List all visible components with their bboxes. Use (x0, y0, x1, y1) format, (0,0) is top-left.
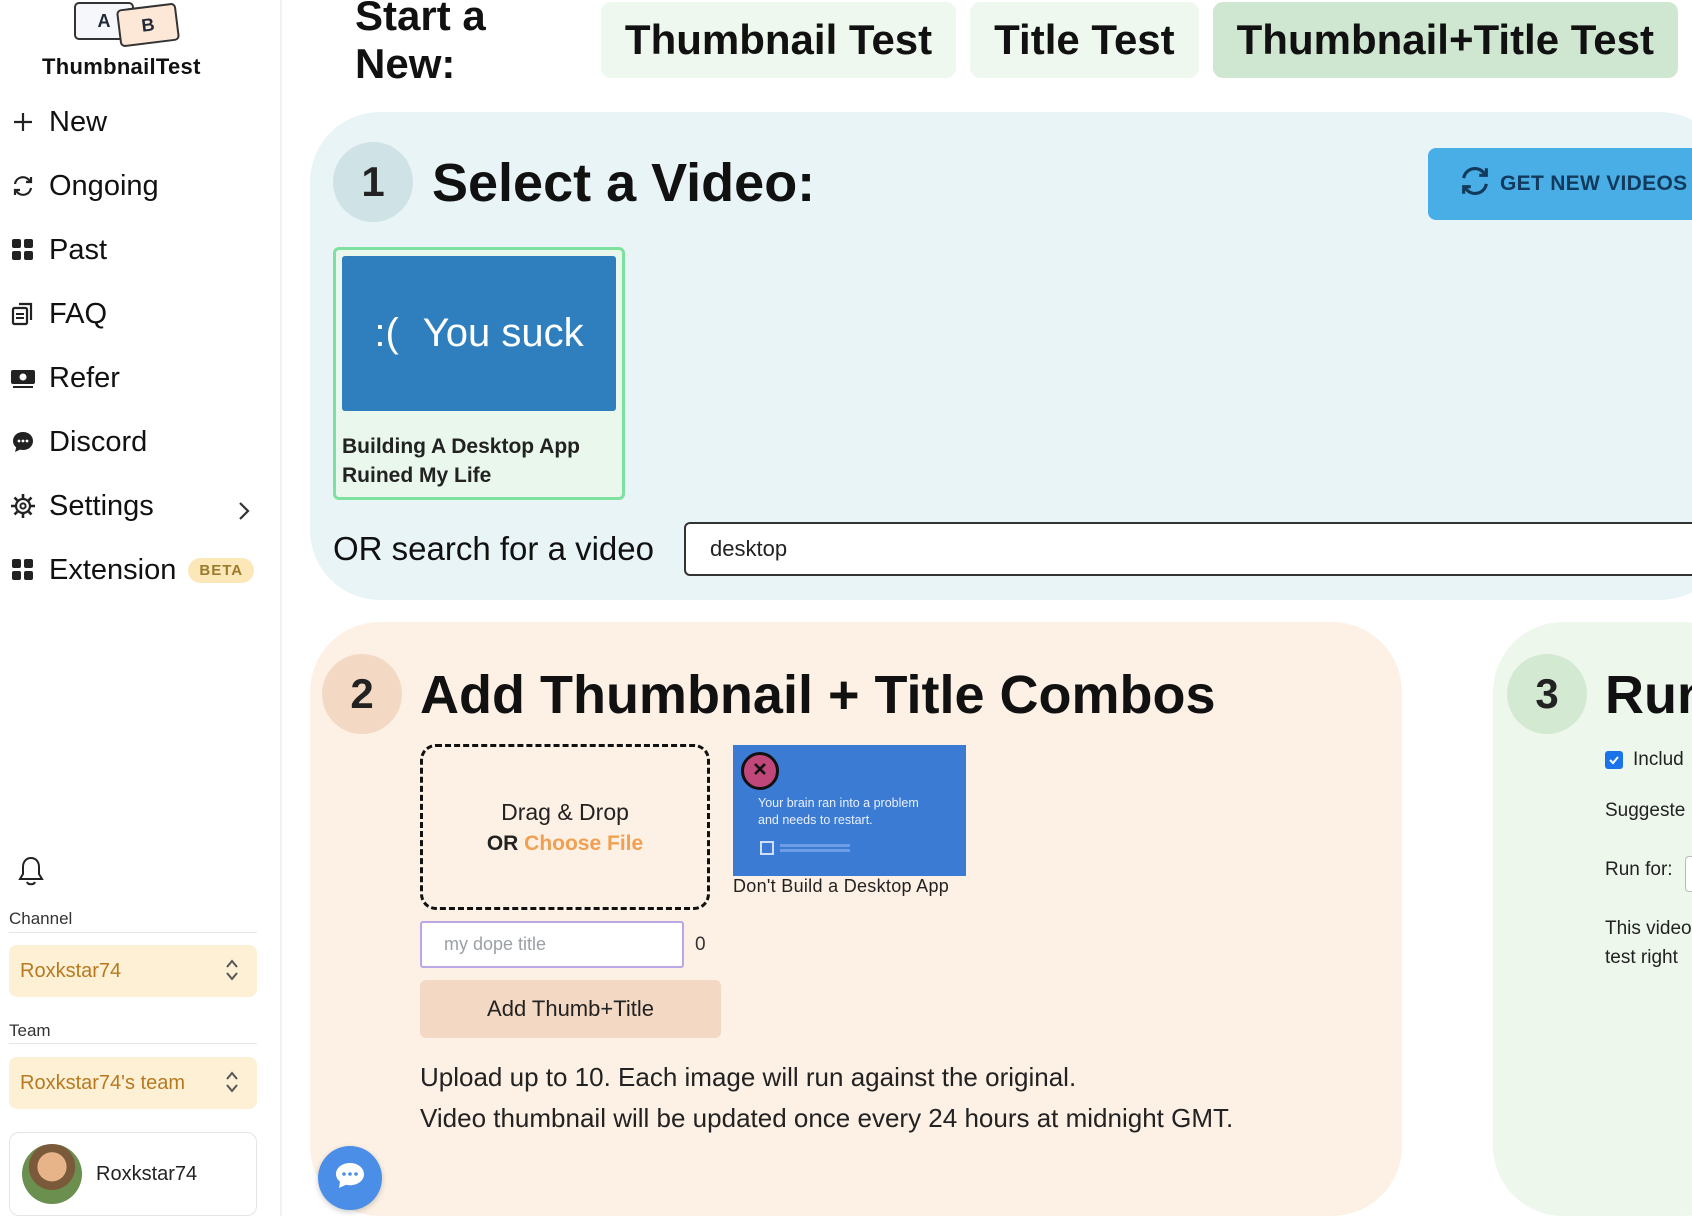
sidebar-item-label: New (49, 105, 108, 138)
refresh-icon (10, 173, 36, 199)
beta-badge: BETA (188, 557, 255, 583)
text-lines-decoration (780, 844, 850, 847)
get-new-videos-label: GET NEW VIDEOS (1500, 172, 1688, 195)
video-card[interactable]: :( You suck Building A Desktop App Ruine… (333, 247, 625, 500)
test-type-bar: Start a New: Thumbnail Test Title Test T… (355, 0, 1692, 87)
run-test-panel: 3 Run Includ Suggeste Run for: This vide… (1493, 622, 1692, 1216)
sidebar: A B ThumbnailTest New Ongoing Past FAQ R… (0, 0, 282, 1216)
sidebar-item-label: Refer (49, 361, 120, 394)
search-label: OR search for a video (333, 530, 654, 567)
video-thumbnail-text: You suck (422, 311, 584, 355)
chevron-updown-icon (225, 1070, 239, 1100)
chevron-updown-icon (225, 958, 239, 988)
channel-label: Channel (9, 909, 73, 928)
video-thumbnail-face: :( (374, 311, 399, 355)
document-icon (10, 301, 36, 327)
channel-select-value: Roxkstar74 (20, 959, 122, 982)
video-thumbnail: :( You suck (342, 256, 616, 411)
bell-icon[interactable] (16, 855, 46, 894)
update-note: Video thumbnail will be updated once eve… (420, 1103, 1234, 1133)
chat-bubble-icon (10, 429, 36, 455)
or-text: OR (486, 831, 519, 855)
step-title: Select a Video: (432, 153, 816, 213)
sidebar-item-label: Ongoing (49, 169, 159, 202)
step-number: 3 (1507, 654, 1587, 734)
sidebar-item-new[interactable]: New (10, 90, 260, 154)
channel-select[interactable]: Roxkstar74 (9, 945, 257, 997)
video-search-input[interactable] (684, 522, 1692, 576)
sidebar-item-faq[interactable]: FAQ (10, 282, 260, 346)
combo-title: Don't Build a Desktop App (733, 876, 950, 896)
logo-card-b: B (115, 2, 181, 48)
sidebar-item-label: FAQ (49, 297, 108, 330)
team-select[interactable]: Roxkstar74's team (9, 1057, 257, 1109)
file-dropzone[interactable]: Drag & Drop OR Choose File (420, 744, 710, 910)
drop-or-line: OR Choose File (487, 832, 643, 856)
step-title: Add Thumbnail + Title Combos (420, 665, 1216, 725)
tab-thumbnail-title-test[interactable]: Thumbnail+Title Test (1212, 2, 1678, 78)
title-input[interactable] (420, 921, 684, 968)
checkbox-checked-icon[interactable] (1605, 751, 1623, 769)
sidebar-item-label: Extension (49, 553, 177, 586)
tab-title-test[interactable]: Title Test (970, 2, 1199, 78)
sidebar-item-settings[interactable]: Settings (10, 474, 260, 538)
suggested-label: Suggeste (1605, 800, 1686, 821)
avatar (22, 1144, 82, 1204)
tab-thumbnail-test[interactable]: Thumbnail Test (600, 2, 957, 78)
qr-code-icon (760, 841, 774, 855)
plus-icon (10, 109, 36, 135)
sidebar-item-ongoing[interactable]: Ongoing (10, 154, 260, 218)
combo-thumbnail-text-line: Your brain ran into a problem (758, 796, 919, 810)
user-name: Roxkstar74 (96, 1162, 198, 1185)
refresh-icon (1458, 164, 1492, 204)
remove-combo-button[interactable] (741, 752, 779, 790)
sidebar-item-extension[interactable]: Extension BETA (10, 538, 260, 602)
gear-icon (10, 493, 36, 519)
sidebar-item-discord[interactable]: Discord (10, 410, 260, 474)
video-title: Building A Desktop App Ruined My Life (342, 435, 580, 487)
drop-label: Drag & Drop (501, 798, 629, 825)
title-char-count: 0 (695, 934, 706, 955)
description-line: test right (1605, 947, 1678, 968)
step-number: 2 (322, 654, 402, 734)
step-number: 1 (333, 142, 413, 222)
sidebar-item-label: Settings (49, 489, 154, 522)
grid-icon (10, 237, 36, 263)
include-option[interactable]: Includ (1605, 749, 1684, 771)
upload-note: Upload up to 10. Each image will run aga… (420, 1062, 1077, 1092)
add-thumb-title-button[interactable]: Add Thumb+Title (420, 980, 721, 1038)
step-title: Run (1605, 665, 1692, 725)
divider (9, 932, 257, 933)
grid-icon (10, 557, 36, 583)
sidebar-item-label: Past (49, 233, 108, 266)
user-profile-card[interactable]: Roxkstar74 (9, 1132, 257, 1216)
team-select-value: Roxkstar74's team (20, 1071, 185, 1094)
close-icon (752, 761, 768, 782)
run-for-input[interactable] (1685, 856, 1692, 892)
app-logo[interactable]: A B ThumbnailTest (40, 0, 230, 80)
select-video-panel: 1 Select a Video: GET NEW VIDEOS :( You … (310, 112, 1692, 600)
description-line: This video (1605, 918, 1692, 939)
logo-text: ThumbnailTest (42, 54, 201, 79)
support-chat-button[interactable] (318, 1146, 382, 1210)
team-label: Team (9, 1021, 51, 1040)
sidebar-item-past[interactable]: Past (10, 218, 260, 282)
start-new-label: Start a New: (355, 0, 486, 87)
get-new-videos-button[interactable]: GET NEW VIDEOS (1428, 148, 1692, 220)
money-icon (10, 365, 36, 391)
run-for-label: Run for: (1605, 859, 1673, 880)
chevron-right-icon (238, 496, 250, 529)
sidebar-item-label: Discord (49, 425, 148, 458)
chat-bubble-icon (333, 1161, 367, 1196)
combo-thumbnail-text: Your brain ran into a problem and needs … (758, 795, 919, 829)
divider (9, 1043, 257, 1044)
include-label: Includ (1633, 749, 1684, 770)
sidebar-item-refer[interactable]: Refer (10, 346, 260, 410)
combo-thumbnail-text-line: and needs to restart. (758, 813, 873, 827)
add-combos-panel: 2 Add Thumbnail + Title Combos Drag & Dr… (310, 622, 1402, 1216)
sidebar-nav: New Ongoing Past FAQ Refer Discord Setti… (10, 90, 260, 602)
choose-file-link[interactable]: Choose File (524, 832, 643, 855)
